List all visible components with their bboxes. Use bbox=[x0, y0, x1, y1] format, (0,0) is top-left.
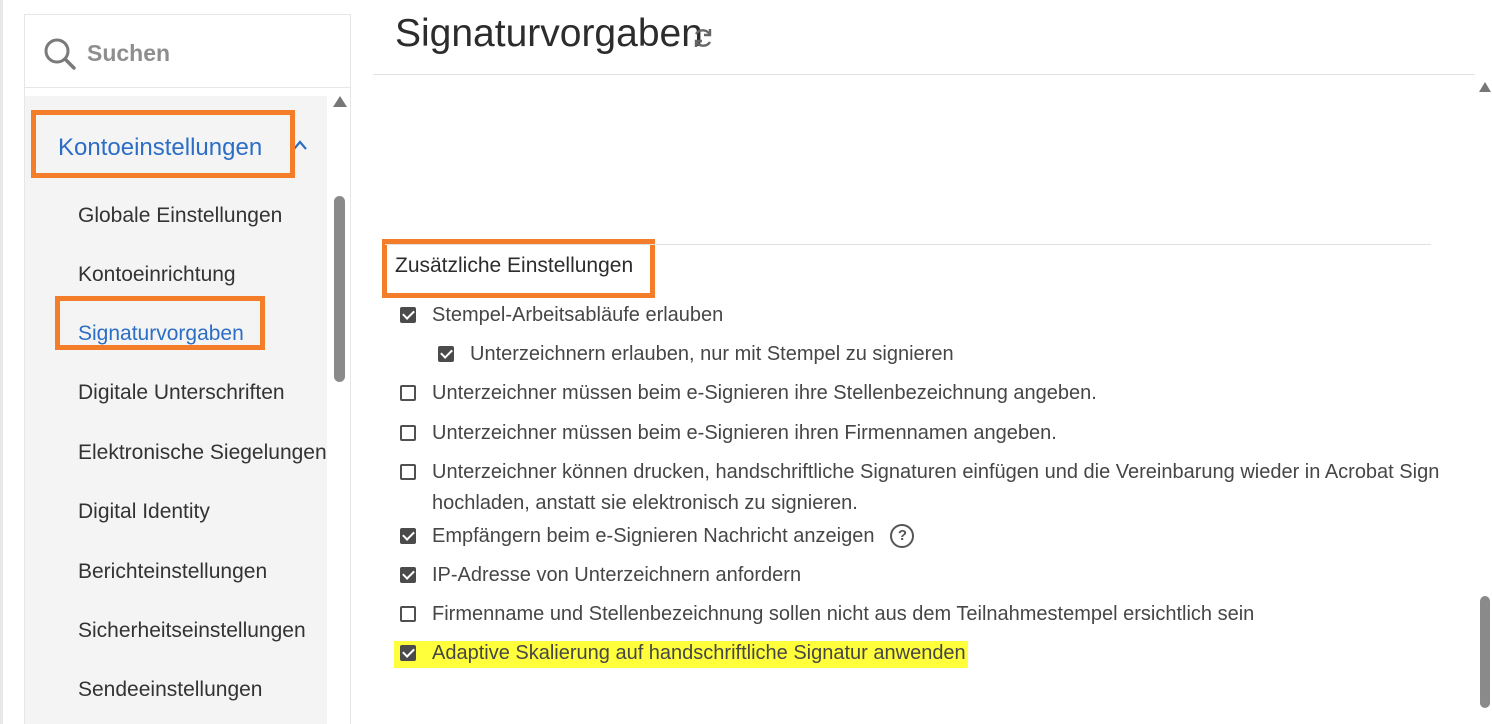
option-require-company-name[interactable]: Unterzeichner müssen beim e-Signieren ih… bbox=[400, 418, 1460, 449]
option-label: IP-Adresse von Unterzeichnern anfordern bbox=[432, 564, 802, 586]
section-divider bbox=[385, 244, 1431, 245]
checkbox-require-ip-address[interactable] bbox=[400, 567, 416, 583]
checkbox-show-message[interactable] bbox=[400, 528, 416, 544]
option-print-and-upload[interactable]: Unterzeichner können drucken, handschrif… bbox=[400, 457, 1450, 519]
main-content: Signaturvorgaben Zusätzliche Einstellung… bbox=[373, 0, 1492, 724]
option-label: Firmenname und Stellenbezeichnung sollen… bbox=[432, 603, 1255, 625]
option-label: Unterzeichner müssen beim e-Signieren ih… bbox=[432, 422, 1057, 444]
sidebar-scrollbar-thumb[interactable] bbox=[334, 196, 345, 382]
nav-section-label: Kontoeinstellungen bbox=[58, 134, 263, 161]
search-input[interactable] bbox=[85, 35, 325, 71]
option-require-job-title[interactable]: Unterzeichner müssen beim e-Signieren ih… bbox=[400, 378, 1460, 409]
sidebar-item-signature-preferences[interactable]: Signaturvorgaben bbox=[25, 309, 327, 359]
nav-panel: Kontoeinstellungen Globale Einstellungen… bbox=[25, 96, 327, 724]
checkbox-stamp-workflows[interactable] bbox=[400, 307, 416, 323]
section-heading-additional-settings: Zusätzliche Einstellungen bbox=[395, 254, 634, 277]
option-stamp-workflows[interactable]: Stempel-Arbeitsabläufe erlauben bbox=[400, 300, 1460, 331]
option-require-ip-address[interactable]: IP-Adresse von Unterzeichnern anfordern bbox=[400, 560, 1460, 591]
option-stamp-only-signing[interactable]: Unterzeichnern erlauben, nur mit Stempel… bbox=[438, 339, 1458, 370]
chevron-up-icon[interactable] bbox=[291, 138, 309, 152]
checkbox-print-and-upload[interactable] bbox=[400, 464, 416, 480]
help-icon[interactable]: ? bbox=[890, 524, 915, 548]
main-scroll-up-arrow[interactable] bbox=[1479, 82, 1491, 92]
sidebar-item-digital-identity[interactable]: Digital Identity bbox=[25, 487, 327, 537]
nav-section-account-settings[interactable]: Kontoeinstellungen bbox=[35, 112, 325, 176]
refresh-icon[interactable] bbox=[691, 26, 715, 50]
sidebar-item-electronic-seals[interactable]: Elektronische Siegelungen bbox=[25, 428, 327, 478]
option-label: Empfängern beim e-Signieren Nachricht an… bbox=[432, 525, 875, 547]
checkbox-adaptive-scaling[interactable] bbox=[400, 645, 416, 661]
sidebar-item-report-settings[interactable]: Berichteinstellungen bbox=[25, 547, 327, 597]
search-icon bbox=[44, 38, 76, 70]
page-title: Signaturvorgaben bbox=[395, 12, 703, 55]
option-label: Unterzeichner können drucken, handschrif… bbox=[432, 461, 1440, 514]
checkbox-require-company-name[interactable] bbox=[400, 425, 416, 441]
option-label: Stempel-Arbeitsabläufe erlauben bbox=[432, 304, 724, 326]
title-divider bbox=[373, 74, 1475, 75]
window-edge bbox=[0, 0, 3, 724]
option-label: Unterzeichner müssen beim e-Signieren ih… bbox=[432, 382, 1097, 404]
search-box bbox=[25, 14, 350, 88]
sidebar: Kontoeinstellungen Globale Einstellungen… bbox=[24, 14, 351, 724]
sidebar-item-send-settings[interactable]: Sendeeinstellungen bbox=[25, 665, 327, 715]
sidebar-item-global-settings[interactable]: Globale Einstellungen bbox=[25, 191, 327, 241]
main-scrollbar-thumb[interactable] bbox=[1480, 596, 1490, 708]
checkbox-require-job-title[interactable] bbox=[400, 385, 416, 401]
sidebar-scroll-up-arrow[interactable] bbox=[333, 96, 347, 107]
sidebar-item-account-setup[interactable]: Kontoeinrichtung bbox=[25, 250, 327, 300]
option-label: Unterzeichnern erlauben, nur mit Stempel… bbox=[470, 343, 954, 365]
sidebar-item-digital-signatures[interactable]: Digitale Unterschriften bbox=[25, 368, 327, 418]
checkbox-stamp-only-signing[interactable] bbox=[438, 346, 454, 362]
option-label: Adaptive Skalierung auf handschriftliche… bbox=[432, 642, 966, 664]
sidebar-item-security-settings[interactable]: Sicherheitseinstellungen bbox=[25, 606, 327, 656]
option-show-message[interactable]: Empfängern beim e-Signieren Nachricht an… bbox=[400, 521, 1460, 552]
checkbox-hide-company-job-title[interactable] bbox=[400, 606, 416, 622]
option-adaptive-scaling[interactable]: Adaptive Skalierung auf handschriftliche… bbox=[400, 638, 1460, 669]
option-hide-company-job-title[interactable]: Firmenname und Stellenbezeichnung sollen… bbox=[400, 599, 1460, 630]
